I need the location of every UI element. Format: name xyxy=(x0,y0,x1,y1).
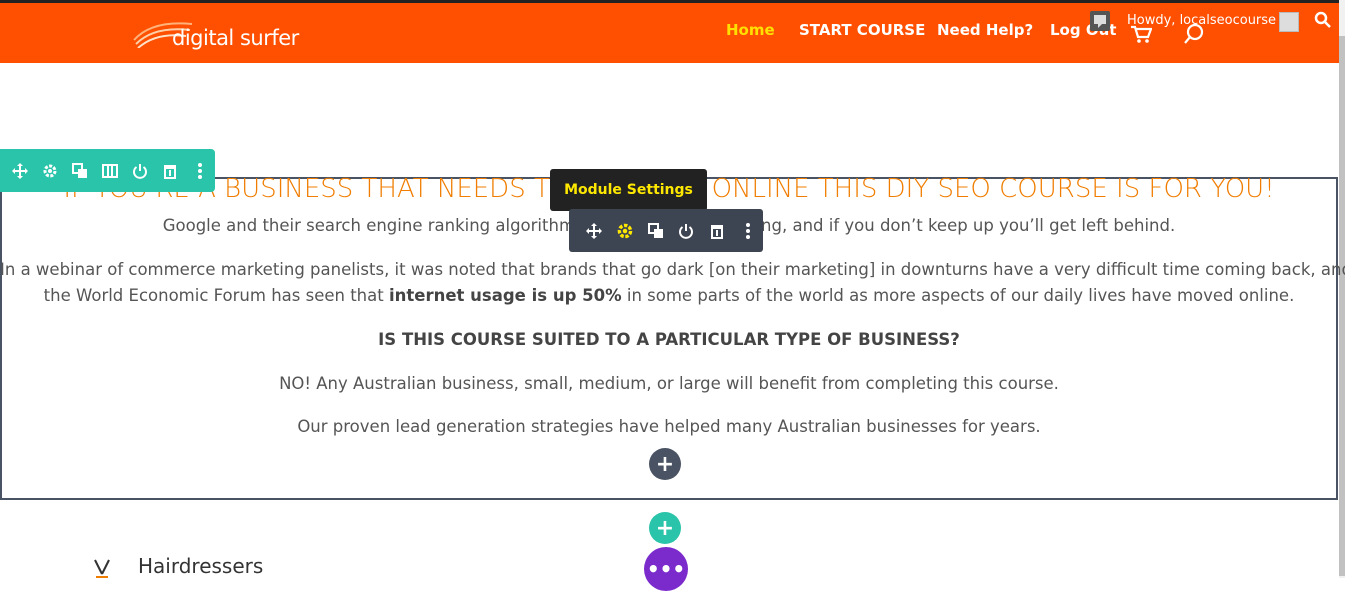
trash-icon[interactable] xyxy=(155,149,185,192)
add-row-button[interactable]: + xyxy=(649,512,681,544)
paragraph-2-text: the World Economic Forum has seen that xyxy=(43,286,389,305)
builder-more-button[interactable]: ••• xyxy=(644,547,688,591)
power-icon[interactable] xyxy=(125,149,155,192)
power-icon[interactable] xyxy=(671,209,702,252)
site-header: digital surfer Home START COURSE Need He… xyxy=(0,3,1339,63)
move-icon[interactable] xyxy=(579,209,610,252)
scissors-icon xyxy=(94,559,110,578)
paragraph-3: NO! Any Australian business, small, medi… xyxy=(279,374,1059,393)
more-icon[interactable] xyxy=(185,149,215,192)
nav-start-course[interactable]: START COURSE xyxy=(799,21,925,39)
module-settings-tooltip: Module Settings xyxy=(550,169,707,218)
paragraph-2-line-1: In a webinar of commerce marketing panel… xyxy=(0,260,1345,279)
paragraph-2-bold: internet usage is up 50% xyxy=(388,286,622,305)
paragraph-2-line-2: the World Economic Forum has seen that i… xyxy=(0,286,1338,305)
nav-need-help[interactable]: Need Help? xyxy=(937,21,1033,39)
duplicate-icon[interactable] xyxy=(65,149,95,192)
settings-icon[interactable] xyxy=(610,209,641,252)
admin-comments-icon[interactable] xyxy=(1090,11,1110,31)
nav-home[interactable]: Home xyxy=(726,21,775,39)
list-item-hairdressers: Hairdressers xyxy=(138,554,264,578)
admin-greeting[interactable]: Howdy, localseocourse xyxy=(1127,13,1276,28)
more-icon[interactable] xyxy=(732,209,763,252)
paragraph-2-text-end: in some parts of the world as more aspec… xyxy=(621,286,1295,305)
scrollbar[interactable] xyxy=(1339,0,1345,578)
logo-text: digital surfer xyxy=(172,26,299,50)
columns-icon[interactable] xyxy=(95,149,125,192)
avatar[interactable] xyxy=(1279,12,1299,32)
module-toolbar xyxy=(569,209,763,252)
subheading: IS THIS COURSE SUITED TO A PARTICULAR TY… xyxy=(378,330,960,349)
add-module-button[interactable]: + xyxy=(649,448,681,480)
row-toolbar xyxy=(0,149,215,192)
paragraph-4: Our proven lead generation strategies ha… xyxy=(297,417,1041,436)
settings-icon[interactable] xyxy=(35,149,65,192)
scrollbar-thumb[interactable] xyxy=(1339,36,1345,576)
admin-search-icon[interactable] xyxy=(1314,11,1332,29)
move-icon[interactable] xyxy=(5,149,35,192)
trash-icon[interactable] xyxy=(702,209,733,252)
duplicate-icon[interactable] xyxy=(640,209,671,252)
logo[interactable]: digital surfer xyxy=(132,16,302,56)
